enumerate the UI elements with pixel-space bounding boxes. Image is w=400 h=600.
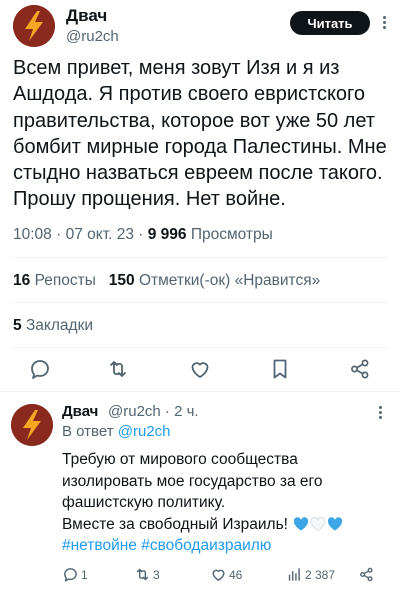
- bookmark-icon[interactable]: [268, 357, 292, 381]
- main-tweet: Двач @ru2ch Читать Всем привет, меня зов…: [0, 0, 400, 391]
- retweet-button[interactable]: 3: [134, 566, 160, 583]
- reply-button[interactable]: 1: [62, 566, 88, 583]
- hashtag[interactable]: #нетвойне: [62, 537, 137, 554]
- tweet-actions: [0, 354, 400, 384]
- lightning-logo-icon: [13, 5, 55, 47]
- share-button[interactable]: [358, 566, 375, 583]
- views-button[interactable]: 2 387: [286, 566, 335, 583]
- reply-tweet[interactable]: Двач @ru2ch · 2 ч. В ответ @ru2ch Требую…: [0, 392, 400, 600]
- views-count: 9 996: [147, 226, 187, 243]
- like-count: 46: [229, 567, 243, 582]
- retweet-icon: [136, 568, 149, 581]
- likes-count[interactable]: 150: [109, 272, 135, 289]
- reposts-label[interactable]: Репосты: [35, 272, 96, 289]
- author-name[interactable]: Двач: [66, 6, 107, 26]
- reply-text-body: Требую от мирового сообщества изолироват…: [62, 451, 323, 533]
- divider: [13, 347, 387, 348]
- reply-author-handle[interactable]: @ru2ch: [108, 403, 161, 420]
- more-options-icon[interactable]: [377, 406, 383, 421]
- views-count: 2 387: [305, 567, 336, 582]
- tweet-date[interactable]: 07 окт. 23: [66, 226, 134, 243]
- avatar[interactable]: [11, 404, 53, 446]
- tweet-meta: 10:08 · 07 окт. 23 · 9 996 Просмотры: [13, 226, 273, 243]
- retweet-icon[interactable]: [106, 357, 130, 381]
- lightning-logo-icon: [11, 404, 53, 446]
- hashtag[interactable]: #свободаизраилю: [141, 537, 271, 554]
- bookmarks-label[interactable]: Закладки: [26, 317, 93, 334]
- avatar[interactable]: [13, 5, 55, 47]
- like-icon[interactable]: [188, 357, 212, 381]
- blue-heart-icon: [294, 516, 309, 530]
- reply-to-prefix: В ответ: [62, 423, 114, 440]
- retweet-count: 3: [153, 567, 160, 582]
- blue-heart-icon: [328, 516, 343, 530]
- likes-label[interactable]: Отметки(-ок) «Нравится»: [139, 272, 320, 289]
- reply-icon[interactable]: [28, 357, 52, 381]
- read-button[interactable]: Читать: [290, 11, 370, 35]
- white-heart-icon: [310, 516, 326, 531]
- tweet-time[interactable]: 10:08: [13, 226, 52, 243]
- author-handle[interactable]: @ru2ch: [66, 28, 119, 45]
- divider: [13, 257, 387, 258]
- like-button[interactable]: 46: [210, 566, 242, 583]
- reply-count: 1: [81, 567, 88, 582]
- divider: [13, 302, 387, 303]
- reply-author-name[interactable]: Двач: [62, 403, 98, 420]
- more-options-icon[interactable]: [381, 16, 387, 31]
- views-label: Просмотры: [190, 226, 273, 243]
- reply-to-handle[interactable]: @ru2ch: [118, 423, 171, 440]
- share-icon[interactable]: [348, 357, 372, 381]
- reply-icon: [64, 568, 77, 582]
- bookmarks-stats: 5 Закладки: [13, 317, 93, 335]
- reposts-count[interactable]: 16: [13, 272, 30, 289]
- reply-to: В ответ @ru2ch: [62, 423, 171, 440]
- reply-time[interactable]: 2 ч.: [174, 403, 199, 420]
- like-icon: [212, 569, 225, 581]
- tweet-text: Всем привет, меня зовут Изя и я из Ашдод…: [13, 57, 393, 211]
- engagement-stats: 16 Репосты 150 Отметки(-ок) «Нравится»: [13, 272, 320, 290]
- reply-actions: 1 3 46 2 387: [62, 566, 382, 586]
- views-icon: [288, 568, 300, 581]
- reply-text: Требую от мирового сообщества изолироват…: [62, 449, 392, 557]
- bookmarks-count[interactable]: 5: [13, 317, 22, 334]
- reply-author-meta: @ru2ch · 2 ч.: [108, 403, 199, 420]
- share-icon: [360, 567, 373, 582]
